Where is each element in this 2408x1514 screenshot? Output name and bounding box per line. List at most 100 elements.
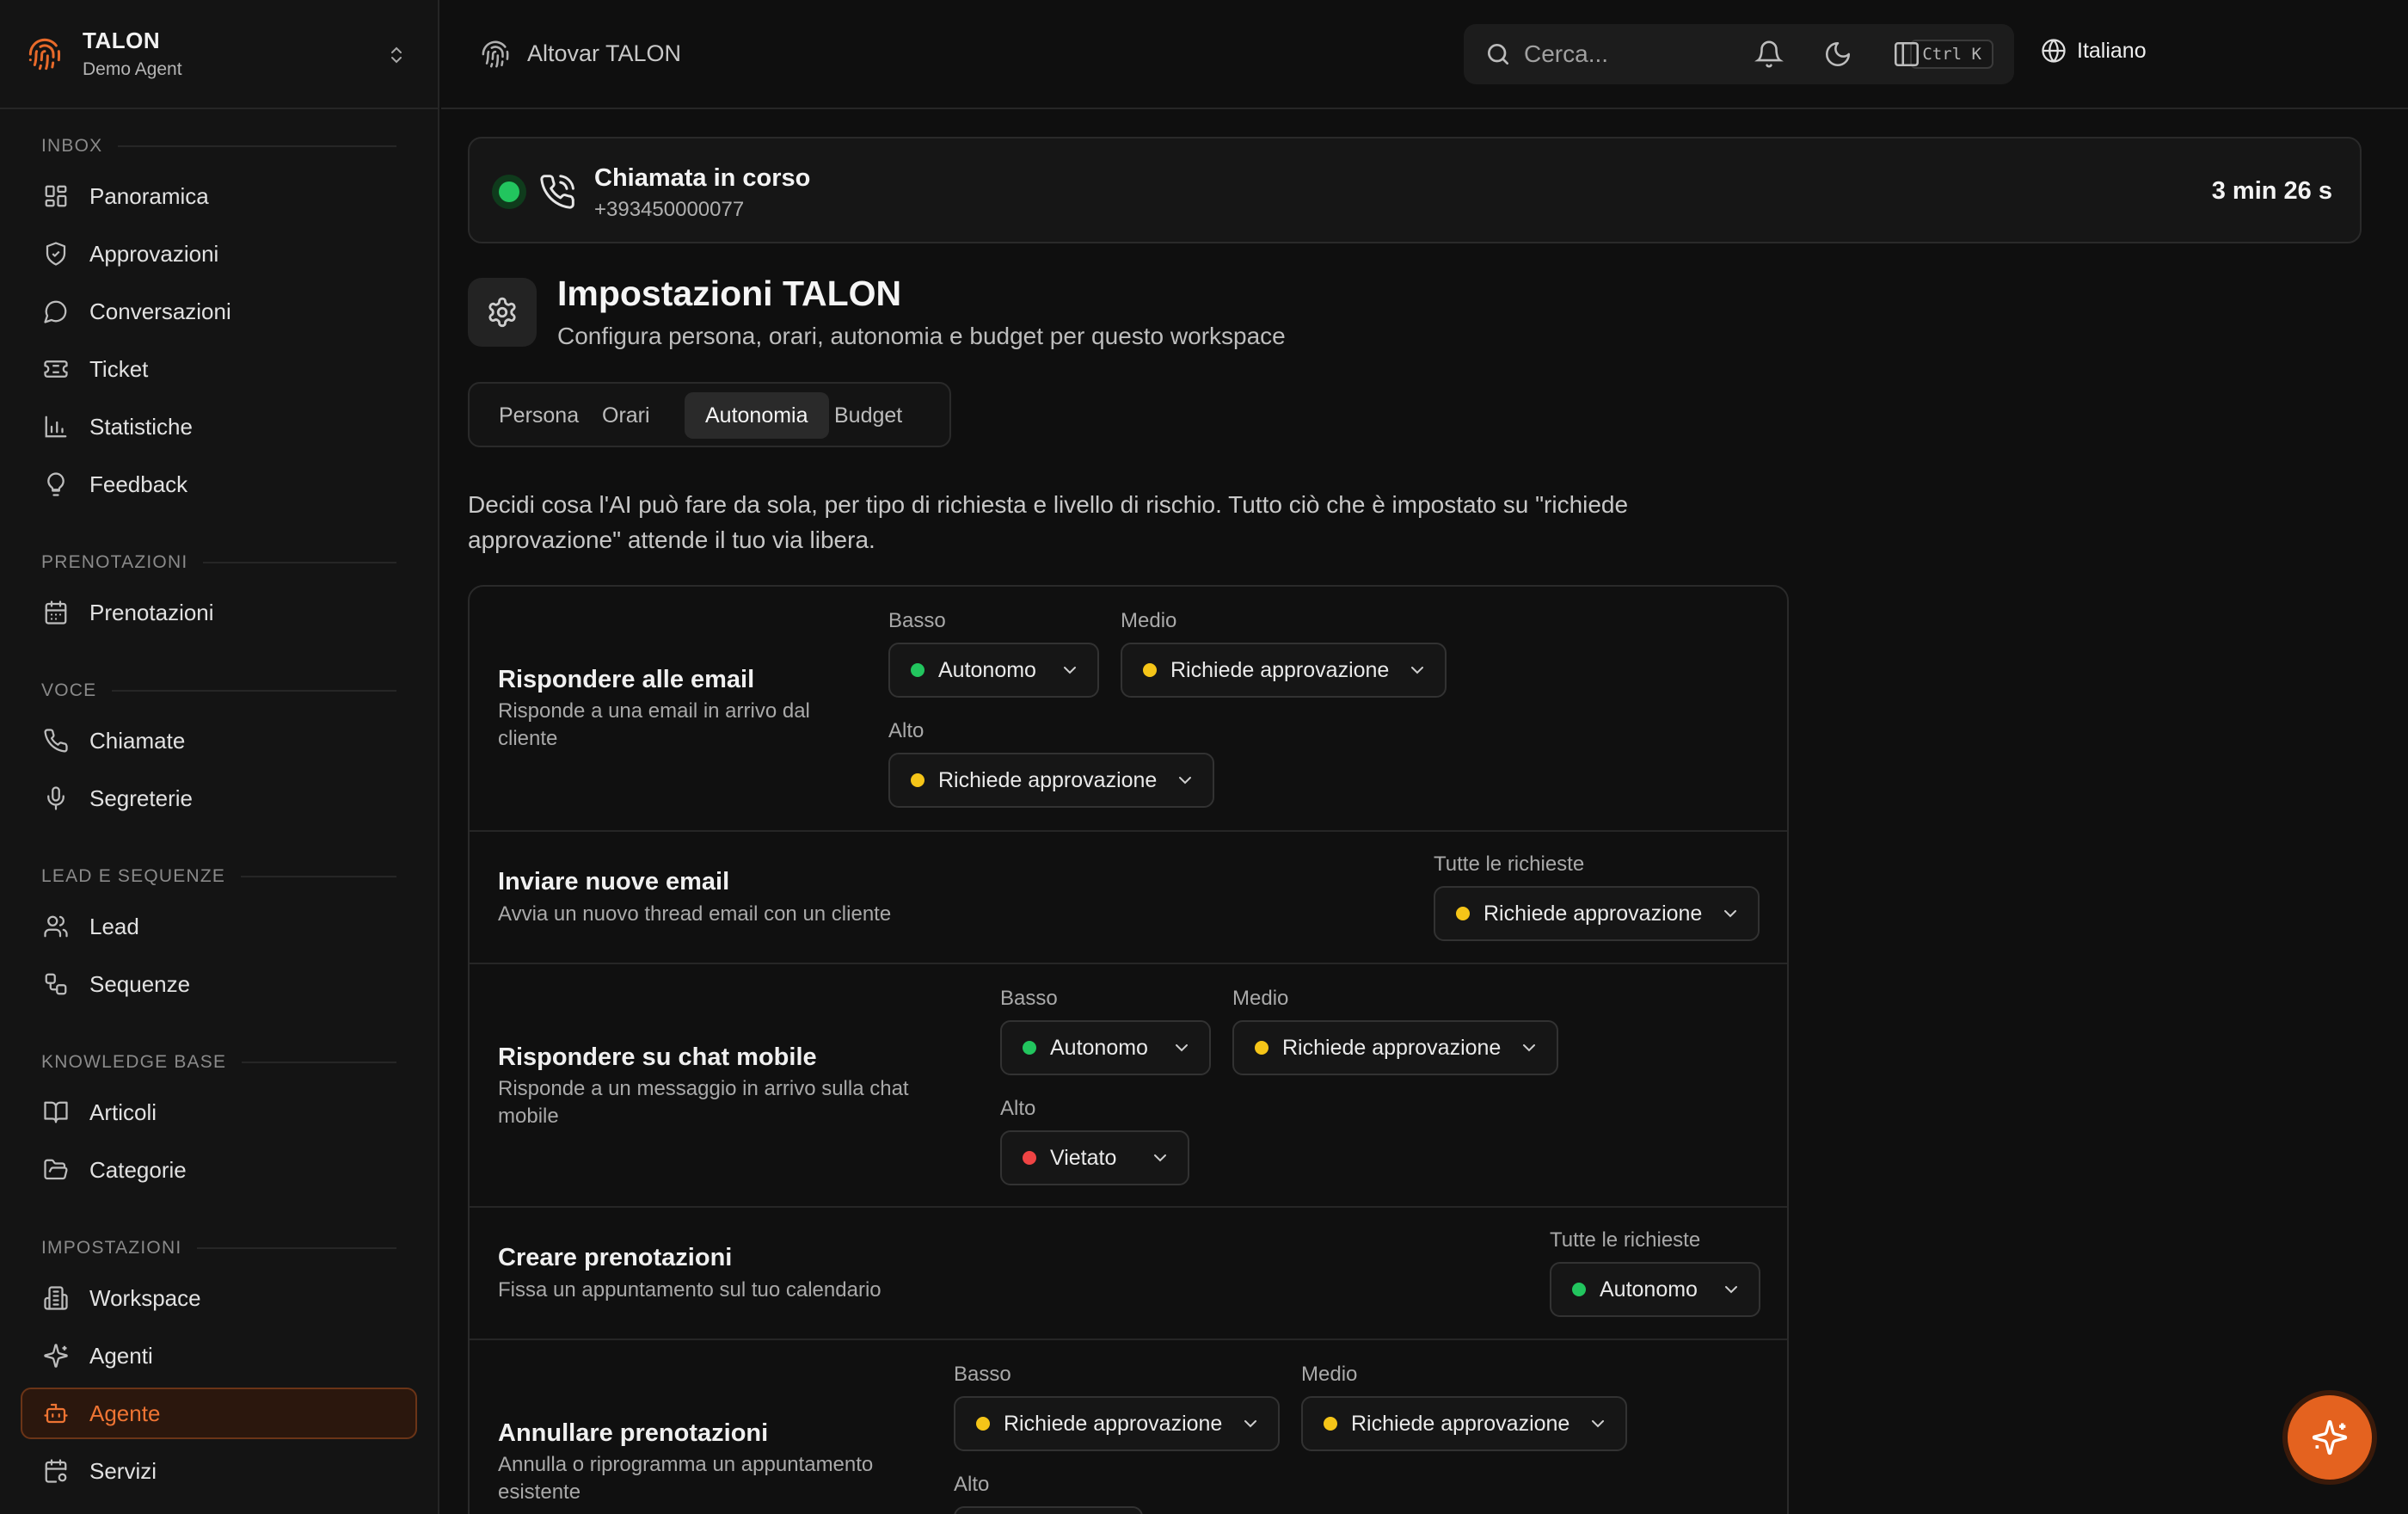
level-select-high[interactable]: Richiede approvazione <box>888 753 1214 808</box>
sidebar-item-chiamate[interactable]: Chiamate <box>21 715 417 766</box>
select-value: Vietato <box>1050 1145 1117 1170</box>
tab-orari[interactable]: Orari <box>581 392 671 439</box>
select-value: Autonomo <box>938 657 1036 682</box>
chevron-down-icon <box>1592 1420 1604 1428</box>
sidebar-item-agenti[interactable]: Agenti <box>21 1330 417 1382</box>
sidebar-item-label: Workspace <box>89 1284 201 1311</box>
select-value: Richiede approvazione <box>1004 1411 1223 1436</box>
sidebar-item-conversazioni[interactable]: Conversazioni <box>21 286 417 337</box>
chevron-down-icon <box>1154 1154 1166 1162</box>
sidebar-item-label: Conversazioni <box>89 298 231 324</box>
moon-icon[interactable] <box>1823 40 1852 69</box>
sidebar-item-label: Agente <box>89 1400 161 1426</box>
breadcrumb[interactable]: Altovar TALON <box>481 40 681 69</box>
select-value: Richiede approvazione <box>1351 1411 1570 1436</box>
autonomy-rules-card: Rispondere alle email Risponde a una ema… <box>468 585 1789 1514</box>
sidebar-item-label: Prenotazioni <box>89 599 214 625</box>
chevron-down-icon <box>1064 667 1076 674</box>
shield-icon <box>46 242 66 266</box>
sidebar-item-label: Statistiche <box>89 413 193 440</box>
section-header-prenotazioni: PRENOTAZIONI <box>21 545 417 581</box>
sidebar-item-sequenze[interactable]: Sequenze <box>21 958 417 1010</box>
sidebar-nav: INBOX Panoramica Approvazioni Conversazi… <box>0 128 438 1497</box>
level-select-medium[interactable]: Richiede approvazione <box>1232 1020 1558 1075</box>
section-header-lead-e-sequenze: LEAD E SEQUENZE <box>21 859 417 895</box>
chevron-down-icon <box>1724 910 1736 918</box>
phone-call-icon <box>540 175 574 209</box>
rule-description: Risponde a un messaggio in arrivo sulla … <box>498 1077 909 1128</box>
chevrons-up-down-icon[interactable] <box>386 43 407 67</box>
level-label-high: Alto <box>1000 1097 1036 1120</box>
level-label-all: Tutte le richieste <box>1434 852 1585 876</box>
sidebar-item-statistiche[interactable]: Statistiche <box>21 401 417 452</box>
rule-title: Inviare nuove email <box>498 868 730 895</box>
search-icon <box>1488 44 1508 65</box>
rule-description: Fissa un appuntamento sul tuo calendario <box>498 1278 882 1302</box>
sidebar-item-panoramica[interactable]: Panoramica <box>21 170 417 222</box>
sidebar-item-label: Segreterie <box>89 785 193 811</box>
sidebar-item-prenotazioni[interactable]: Prenotazioni <box>21 587 417 638</box>
section-header-voce: VOCE <box>21 673 417 709</box>
sidebar-item-label: Sequenze <box>89 970 191 997</box>
rule-description: Risponde a una email in arrivo dal clien… <box>498 699 810 750</box>
select-value: Autonomo <box>1050 1035 1148 1060</box>
sidebar-item-feedback[interactable]: Feedback <box>21 459 417 510</box>
level-select-low[interactable]: Richiede approvazione <box>954 1396 1280 1451</box>
rule-row: Rispondere alle email Risponde a una ema… <box>470 587 1787 830</box>
tab-autonomia[interactable]: Autonomia <box>685 392 829 439</box>
gear-icon <box>488 297 516 328</box>
sidebar-item-ticket[interactable]: Ticket <box>21 343 417 395</box>
workspace-switcher[interactable]: TALON Demo Agent <box>0 0 438 109</box>
level-select-medium[interactable]: Richiede approvazione <box>1121 643 1447 698</box>
sidebar-item-servizi[interactable]: Servizi <box>21 1445 417 1497</box>
level-select-high[interactable] <box>954 1506 1143 1514</box>
search-input[interactable]: Cerca... Ctrl K <box>1464 24 2014 84</box>
level-label-medium: Medio <box>1301 1363 1358 1386</box>
search-shortcut: Ctrl K <box>1910 40 1993 69</box>
dashboard-icon <box>45 185 67 207</box>
sidebar-item-categorie[interactable]: Categorie <box>21 1144 417 1196</box>
section-header-impostazioni: IMPOSTAZIONI <box>21 1230 417 1266</box>
level-select-low[interactable]: Autonomo <box>888 643 1099 698</box>
sidebar-item-articoli[interactable]: Articoli <box>21 1086 417 1138</box>
sidebar-item-lead[interactable]: Lead <box>21 901 417 952</box>
ai-assistant-button[interactable] <box>2288 1395 2372 1480</box>
sidebar-item-segreterie[interactable]: Segreterie <box>21 772 417 824</box>
call-title: Chiamata in corso <box>594 164 811 192</box>
chevron-down-icon <box>1725 1286 1737 1294</box>
chevron-down-icon <box>1411 667 1423 674</box>
level-select-high[interactable]: Vietato <box>1000 1130 1189 1185</box>
language-selector[interactable]: Italiano <box>2041 38 2147 64</box>
rule-row: Inviare nuove email Avvia un nuovo threa… <box>470 830 1787 963</box>
tab-budget[interactable]: Budget <box>814 392 923 439</box>
sparkles-icon <box>2312 1419 2348 1456</box>
sidebar-item-label: Feedback <box>89 471 188 497</box>
panel-toggle-icon[interactable] <box>1892 40 1921 69</box>
settings-tabs: Persona Orari Autonomia Budget <box>468 382 951 447</box>
autonomy-description: Decidi cosa l'AI può fare da sola, per t… <box>468 491 1629 553</box>
sidebar-item-label: Ticket <box>89 355 149 382</box>
active-call-banner[interactable]: Chiamata in corso +393450000077 3 min 26… <box>468 137 2362 243</box>
status-dot <box>1023 1151 1036 1165</box>
chevron-down-icon <box>1523 1044 1535 1052</box>
status-dot <box>1143 663 1157 677</box>
sidebar-item-label: Agenti <box>89 1342 153 1369</box>
sidebar-item-approvazioni[interactable]: Approvazioni <box>21 228 417 280</box>
microphone-icon <box>47 786 64 810</box>
status-dot <box>1255 1041 1268 1055</box>
sidebar-item-workspace[interactable]: Workspace <box>21 1272 417 1324</box>
level-select-low[interactable]: Autonomo <box>1000 1020 1211 1075</box>
chevron-down-icon <box>1179 777 1191 785</box>
ticket-icon <box>44 360 68 378</box>
bell-icon[interactable] <box>1754 40 1784 69</box>
level-select-medium[interactable]: Richiede approvazione <box>1301 1396 1627 1451</box>
level-select-all[interactable]: Autonomo <box>1550 1262 1760 1317</box>
rule-description: Avvia un nuovo thread email con un clien… <box>498 902 892 926</box>
sidebar-item-agente[interactable]: Agente <box>21 1388 417 1439</box>
sidebar-item-label: Chiamate <box>89 727 186 754</box>
status-dot <box>1456 907 1470 920</box>
rule-title: Creare prenotazioni <box>498 1244 733 1271</box>
level-select-all[interactable]: Richiede approvazione <box>1434 886 1760 941</box>
select-value: Richiede approvazione <box>1282 1035 1502 1060</box>
chat-icon <box>44 300 67 323</box>
